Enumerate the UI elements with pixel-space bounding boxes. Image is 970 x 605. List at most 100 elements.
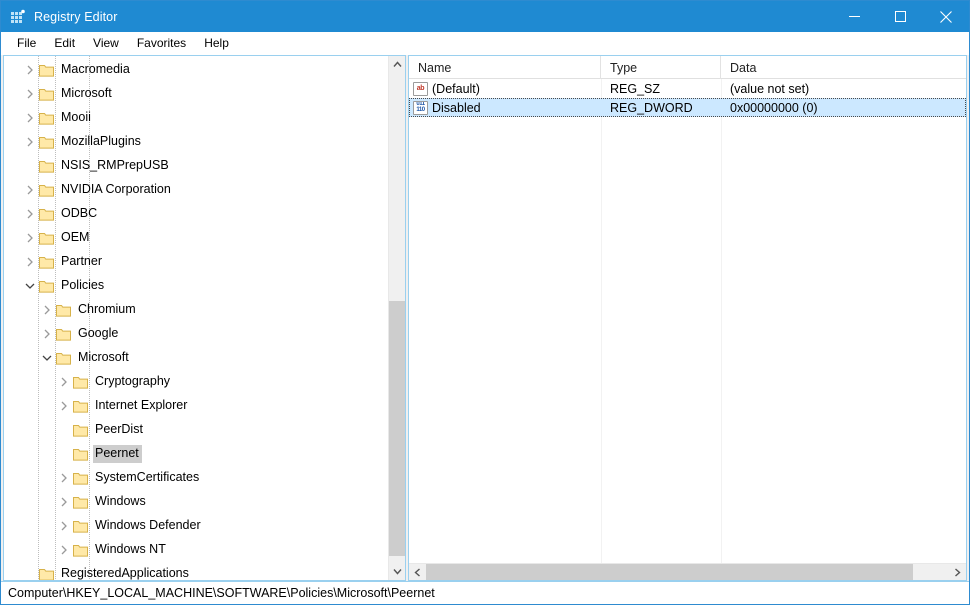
string-value-icon: ab (413, 81, 428, 96)
chevron-right-icon[interactable] (39, 298, 55, 322)
menu-item-view[interactable]: View (84, 34, 128, 53)
chevron-right-icon[interactable] (22, 250, 38, 274)
chevron-right-icon[interactable] (22, 106, 38, 130)
value-name: (Default) (432, 81, 480, 96)
tree-item-registeredapplications[interactable]: RegisteredApplications (4, 562, 388, 580)
folder-icon (72, 490, 88, 514)
tree-item-label: Policies (61, 278, 105, 292)
column-header-type[interactable]: Type (601, 56, 721, 79)
tree-vertical-scrollbar[interactable] (388, 56, 405, 580)
column-separator (601, 79, 602, 563)
column-header-data[interactable]: Data (721, 56, 966, 79)
chevron-right-icon[interactable] (56, 490, 72, 514)
folder-icon (72, 466, 88, 490)
tree-item-nsis-rmprepusb[interactable]: NSIS_RMPrepUSB (4, 154, 388, 178)
folder-icon (38, 58, 54, 82)
tree-item-label: Microsoft (78, 350, 129, 364)
chevron-right-icon[interactable] (22, 178, 38, 202)
status-bar-path: Computer\HKEY_LOCAL_MACHINE\SOFTWARE\Pol… (8, 586, 435, 600)
folder-icon (38, 274, 54, 298)
values-list[interactable]: ab (Default) REG_SZ (value not set) 011 110 Di… (409, 79, 966, 563)
tree-item-windows-nt[interactable]: Windows NT (4, 538, 388, 562)
menu-item-help[interactable]: Help (195, 34, 238, 53)
tree-item-policies[interactable]: Policies (4, 274, 388, 298)
scroll-down-button[interactable] (389, 563, 405, 580)
tree-item-nvidia-corporation[interactable]: NVIDIA Corporation (4, 178, 388, 202)
tree-item-mooii[interactable]: Mooii (4, 106, 388, 130)
values-horizontal-scrollbar[interactable] (409, 563, 966, 580)
tree-item-google[interactable]: Google (4, 322, 388, 346)
tree-item-label: Windows (95, 494, 146, 508)
tree-item-microsoft[interactable]: Microsoft (4, 346, 388, 370)
chevron-right-icon[interactable] (56, 394, 72, 418)
scroll-left-button[interactable] (409, 564, 426, 580)
folder-icon (72, 442, 88, 466)
folder-icon (55, 346, 71, 370)
menu-item-favorites[interactable]: Favorites (128, 34, 195, 53)
tree-item-cryptography[interactable]: Cryptography (4, 370, 388, 394)
scroll-up-button[interactable] (389, 56, 405, 73)
chevron-down-icon[interactable] (39, 346, 55, 370)
tree-item-systemcertificates[interactable]: SystemCertificates (4, 466, 388, 490)
value-row[interactable]: 011 110 Disabled REG_DWORD 0x00000000 (0) (409, 98, 966, 117)
tree-item-label: OEM (61, 230, 90, 244)
tree-item-windows-defender[interactable]: Windows Defender (4, 514, 388, 538)
tree-item-odbc[interactable]: ODBC (4, 202, 388, 226)
folder-icon (38, 106, 54, 130)
menu-item-file[interactable]: File (8, 34, 45, 53)
tree-item-label: Windows Defender (95, 518, 201, 532)
value-row[interactable]: ab (Default) REG_SZ (value not set) (409, 79, 966, 98)
tree-item-windows[interactable]: Windows (4, 490, 388, 514)
values-scroll-thumb[interactable] (426, 564, 913, 580)
chevron-down-icon[interactable] (22, 274, 38, 298)
tree-item-partner[interactable]: Partner (4, 250, 388, 274)
column-header-name[interactable]: Name (409, 56, 601, 79)
folder-icon (38, 154, 54, 178)
tree-item-chromium[interactable]: Chromium (4, 298, 388, 322)
chevron-right-icon[interactable] (56, 514, 72, 538)
chevron-right-icon[interactable] (22, 202, 38, 226)
editor-body: Macromedia Microsoft Mooii MozillaPlugins NS… (1, 55, 969, 581)
menu-item-edit[interactable]: Edit (45, 34, 84, 53)
chevron-right-icon[interactable] (22, 82, 38, 106)
scroll-right-button[interactable] (949, 564, 966, 580)
chevron-right-icon[interactable] (56, 370, 72, 394)
tree-item-microsoft[interactable]: Microsoft (4, 82, 388, 106)
tree-item-mozillaplugins[interactable]: MozillaPlugins (4, 130, 388, 154)
chevron-right-icon[interactable] (56, 538, 72, 562)
folder-icon (72, 514, 88, 538)
value-name-cell: ab (Default) (409, 79, 601, 98)
tree-item-label: Windows NT (95, 542, 166, 556)
column-separator (721, 79, 722, 563)
tree-scroll-thumb[interactable] (389, 301, 405, 556)
tree-item-label: Mooii (61, 110, 91, 124)
tree-item-macromedia[interactable]: Macromedia (4, 58, 388, 82)
minimize-button[interactable] (831, 1, 877, 32)
registry-key-tree[interactable]: Macromedia Microsoft Mooii MozillaPlugins NS… (4, 56, 388, 580)
window-controls (831, 1, 969, 32)
registry-values-pane: Name Type Data ab (Default) REG_SZ (value n… (408, 55, 967, 581)
value-type-cell: REG_SZ (610, 81, 661, 96)
close-button[interactable] (923, 1, 969, 32)
tree-item-label: Microsoft (61, 86, 112, 100)
tree-item-label: ODBC (61, 206, 98, 220)
maximize-button[interactable] (877, 1, 923, 32)
chevron-right-icon[interactable] (39, 322, 55, 346)
tree-item-label: Internet Explorer (95, 398, 188, 412)
tree-item-internet-explorer[interactable]: Internet Explorer (4, 394, 388, 418)
tree-item-peerdist[interactable]: PeerDist (4, 418, 388, 442)
folder-icon (72, 394, 88, 418)
tree-scroll-area: Macromedia Microsoft Mooii MozillaPlugins NS… (4, 56, 388, 580)
tree-item-oem[interactable]: OEM (4, 226, 388, 250)
tree-item-peernet[interactable]: Peernet (4, 442, 388, 466)
values-scroll-track[interactable] (426, 564, 949, 580)
chevron-right-icon[interactable] (22, 226, 38, 250)
tree-scroll-track[interactable] (389, 73, 405, 563)
folder-icon (38, 130, 54, 154)
menu-bar: File Edit View Favorites Help (1, 32, 969, 55)
chevron-right-icon[interactable] (22, 58, 38, 82)
chevron-right-icon[interactable] (22, 130, 38, 154)
chevron-right-icon[interactable] (56, 466, 72, 490)
